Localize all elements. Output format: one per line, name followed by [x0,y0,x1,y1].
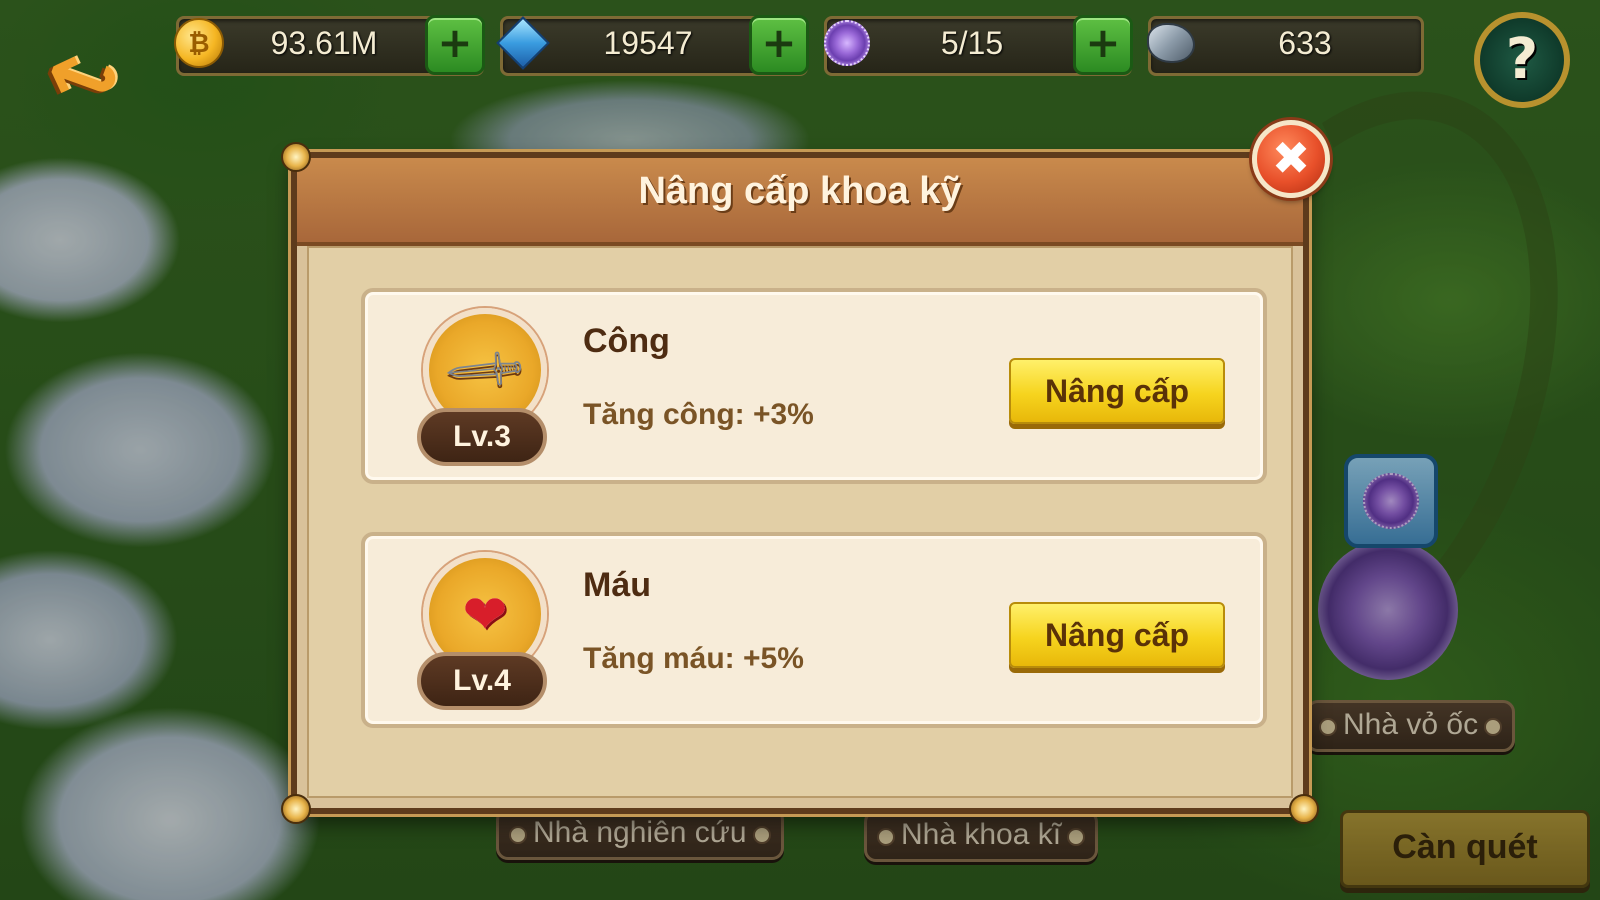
corner-ornament [281,794,311,824]
tech-name: Công [583,322,670,360]
close-icon[interactable]: ✖ [1252,120,1330,198]
ore-stone-icon [1147,23,1195,63]
add-energy-button[interactable]: + [1073,15,1133,75]
dialog-body: 🗡 Lv.3 Công Tăng công: +3% Nâng cấp ❤ Lv… [307,246,1293,798]
tech-effect: Tăng công: +3% [583,398,814,431]
level-badge: Lv.4 [417,652,547,710]
tech-card-health: ❤ Lv.4 Máu Tăng máu: +5% Nâng cấp [361,532,1267,728]
tech-upgrade-dialog: Nâng cấp khoa kỹ 🗡 Lv.3 Công Tăng công: … [281,142,1319,824]
dialog-title: Nâng cấp khoa kỹ [638,170,962,212]
tech-effect: Tăng máu: +5% [583,642,804,675]
gold-value: 93.61M [270,25,378,61]
tech-card-attack: 🗡 Lv.3 Công Tăng công: +3% Nâng cấp [361,288,1267,484]
energy-value: 5/15 [940,25,1004,61]
gem-value: 19547 [603,25,693,61]
gem-counter: 19547 + [496,15,809,76]
energy-counter: 5/15 + [824,15,1133,76]
level-badge: Lv.3 [417,408,547,466]
ore-counter: 633 [1147,16,1424,76]
tech-name: Máu [583,566,651,604]
corner-ornament [1289,794,1319,824]
dialog-header: Nâng cấp khoa kỹ [297,158,1303,246]
help-button[interactable]: ? [1474,12,1570,108]
upgrade-attack-button[interactable]: Nâng cấp [1009,358,1225,424]
add-gem-button[interactable]: + [749,15,809,75]
gem-icon [496,16,550,70]
gold-counter: ₿ 93.61M + [174,15,485,76]
upgrade-health-button[interactable]: Nâng cấp [1009,602,1225,668]
add-gold-button[interactable]: + [425,15,485,75]
ore-value: 633 [1278,25,1332,61]
corner-ornament [281,142,311,172]
purple-swirl-icon [824,20,870,66]
gold-coin-icon: ₿ [174,18,224,68]
